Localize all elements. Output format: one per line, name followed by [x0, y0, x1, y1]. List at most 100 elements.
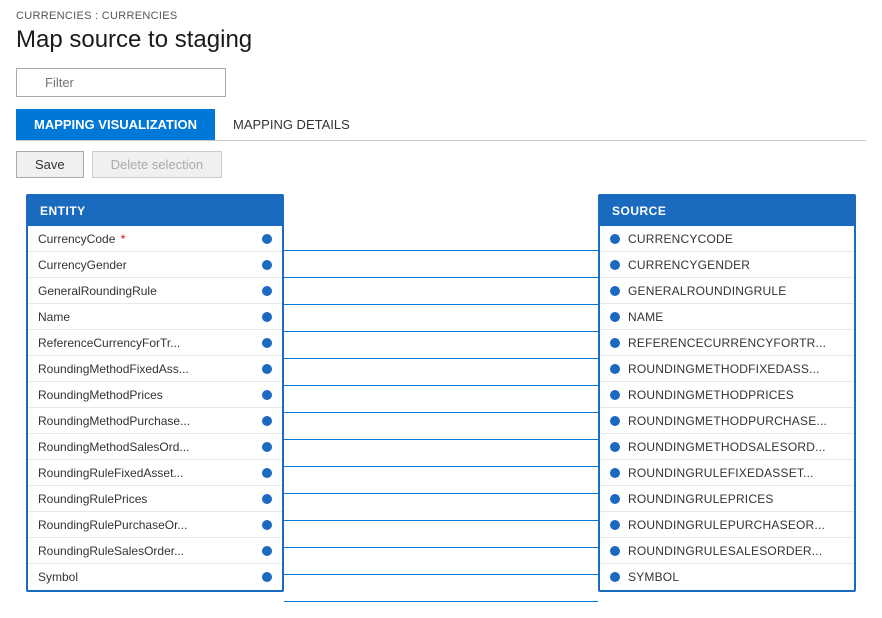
source-row-label: ROUNDINGRULEPRICES [628, 492, 844, 506]
entity-row-label: Name [38, 310, 256, 324]
source-dot [610, 390, 620, 400]
connector-line [284, 251, 598, 278]
entity-dot [262, 442, 272, 452]
breadcrumb: CURRENCIES : CURRENCIES [16, 10, 866, 22]
source-row: REFERENCECURRENCYFORTR... [600, 330, 854, 356]
source-row-label: REFERENCECURRENCYFORTR... [628, 336, 844, 350]
source-row: ROUNDINGMETHODPURCHASE... [600, 408, 854, 434]
tab-mapping-details[interactable]: MAPPING DETAILS [215, 109, 368, 140]
source-row: GENERALROUNDINGRULE [600, 278, 854, 304]
source-dot [610, 468, 620, 478]
entity-row: GeneralRoundingRule [28, 278, 282, 304]
tab-mapping-visualization[interactable]: MAPPING VISUALIZATION [16, 109, 215, 140]
source-dot [610, 338, 620, 348]
source-dot [610, 494, 620, 504]
source-row-label: ROUNDINGRULEPURCHASEOR... [628, 518, 844, 532]
entity-dot [262, 364, 272, 374]
source-row-label: ROUNDINGRULEFIXEDASSET... [628, 466, 844, 480]
filter-input[interactable] [16, 68, 226, 97]
connector-line [284, 467, 598, 494]
entity-row: ReferenceCurrencyForTr... [28, 330, 282, 356]
source-dot [610, 364, 620, 374]
entity-row-label: RoundingRulePrices [38, 492, 256, 506]
entity-row: RoundingMethodSalesOrd... [28, 434, 282, 460]
source-row: ROUNDINGMETHODFIXEDASS... [600, 356, 854, 382]
tabs-row: MAPPING VISUALIZATION MAPPING DETAILS [16, 109, 866, 141]
page-title: Map source to staging [16, 26, 866, 54]
entity-row-label: RoundingRuleFixedAsset... [38, 466, 256, 480]
entity-row: RoundingRulePrices [28, 486, 282, 512]
source-dot [610, 416, 620, 426]
source-row-label: ROUNDINGMETHODPURCHASE... [628, 414, 844, 428]
source-row-label: ROUNDINGMETHODFIXEDASS... [628, 362, 844, 376]
connector-line [284, 521, 598, 548]
entity-dot [262, 286, 272, 296]
entity-row-label: CurrencyGender [38, 258, 256, 272]
entity-row-label: RoundingMethodFixedAss... [38, 362, 256, 376]
entity-row: CurrencyCode * [28, 226, 282, 252]
source-panel: SOURCE CURRENCYCODE CURRENCYGENDER GENER… [598, 194, 856, 592]
connector-line [284, 494, 598, 521]
entity-dot [262, 494, 272, 504]
page-container: CURRENCIES : CURRENCIES Map source to st… [0, 0, 882, 618]
source-dot [610, 442, 620, 452]
entity-dot [262, 416, 272, 426]
entity-dot [262, 260, 272, 270]
source-row: NAME [600, 304, 854, 330]
source-row: CURRENCYCODE [600, 226, 854, 252]
entity-panel: ENTITY CurrencyCode * CurrencyGender Gen… [26, 194, 284, 592]
entity-row-label: RoundingRulePurchaseOr... [38, 518, 256, 532]
entity-row: RoundingMethodPrices [28, 382, 282, 408]
save-button[interactable]: Save [16, 151, 84, 178]
entity-row: RoundingMethodFixedAss... [28, 356, 282, 382]
source-row-label: SYMBOL [628, 570, 844, 584]
entity-row: CurrencyGender [28, 252, 282, 278]
entity-row: RoundingRuleFixedAsset... [28, 460, 282, 486]
connector-line [284, 440, 598, 467]
connector-line [284, 278, 598, 305]
entity-row: RoundingRulePurchaseOr... [28, 512, 282, 538]
source-dot [610, 546, 620, 556]
source-dot [610, 312, 620, 322]
source-row: CURRENCYGENDER [600, 252, 854, 278]
filter-container: 🔍 [16, 68, 866, 97]
entity-row: Symbol [28, 564, 282, 590]
source-dot [610, 572, 620, 582]
connector-lines [284, 224, 598, 602]
entity-row-label: RoundingMethodPrices [38, 388, 256, 402]
connector-line [284, 575, 598, 602]
source-row: ROUNDINGMETHODPRICES [600, 382, 854, 408]
required-indicator: * [117, 232, 125, 246]
entity-dot [262, 572, 272, 582]
filter-wrapper: 🔍 [16, 68, 226, 97]
entity-row-label: RoundingMethodSalesOrd... [38, 440, 256, 454]
entity-dot [262, 390, 272, 400]
source-dot [610, 234, 620, 244]
source-row-label: ROUNDINGMETHODSALESORD... [628, 440, 844, 454]
connector-line [284, 224, 598, 251]
entity-dot [262, 234, 272, 244]
entity-dot [262, 312, 272, 322]
source-row: ROUNDINGRULESALESORDER... [600, 538, 854, 564]
source-panel-rows: CURRENCYCODE CURRENCYGENDER GENERALROUND… [600, 226, 854, 590]
entity-row-label: Symbol [38, 570, 256, 584]
mapping-area: ENTITY CurrencyCode * CurrencyGender Gen… [16, 194, 866, 602]
source-row: ROUNDINGMETHODSALESORD... [600, 434, 854, 460]
source-row-label: ROUNDINGRULESALESORDER... [628, 544, 844, 558]
source-dot [610, 520, 620, 530]
connector-line [284, 359, 598, 386]
source-dot [610, 260, 620, 270]
entity-dot [262, 338, 272, 348]
source-row-label: CURRENCYGENDER [628, 258, 844, 272]
entity-dot [262, 546, 272, 556]
source-row: SYMBOL [600, 564, 854, 590]
connector-line [284, 386, 598, 413]
delete-selection-button[interactable]: Delete selection [92, 151, 223, 178]
entity-dot [262, 468, 272, 478]
entity-row-label: GeneralRoundingRule [38, 284, 256, 298]
source-row-label: GENERALROUNDINGRULE [628, 284, 844, 298]
connector-line [284, 332, 598, 359]
entity-row-label: ReferenceCurrencyForTr... [38, 336, 256, 350]
source-panel-header: SOURCE [600, 196, 854, 226]
source-row-label: NAME [628, 310, 844, 324]
